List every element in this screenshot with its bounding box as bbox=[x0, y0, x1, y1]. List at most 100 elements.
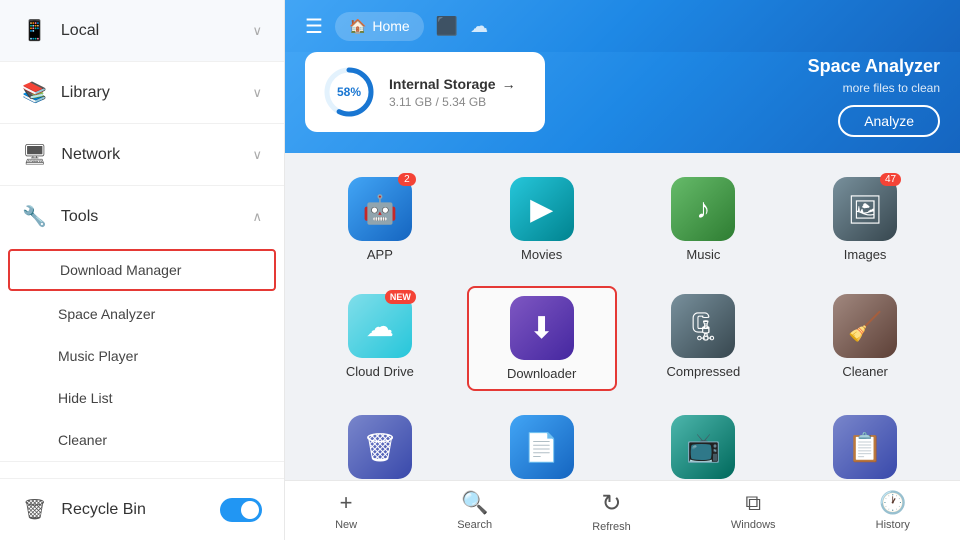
new-label: New bbox=[335, 519, 357, 531]
music-label: Music bbox=[686, 247, 720, 262]
compressed-label: Compressed bbox=[667, 364, 741, 379]
sidebar-item-label: Library bbox=[61, 84, 253, 102]
cast-icon: 📺 bbox=[671, 415, 735, 479]
images-icon: 🖼 47 bbox=[833, 177, 897, 241]
home-label: Home bbox=[372, 18, 409, 34]
chevron-up-icon: ∧ bbox=[252, 209, 262, 225]
sidebar-item-tools[interactable]: 🔧 Tools ∧ bbox=[0, 186, 284, 247]
cloud-drive-label: Cloud Drive bbox=[346, 364, 414, 379]
cleaner-icon: 🧹 bbox=[833, 294, 897, 358]
images-label: Images bbox=[844, 247, 887, 262]
grid-item-images[interactable]: 🖼 47 Images bbox=[790, 169, 940, 270]
submenu-label: Music Player bbox=[58, 348, 138, 364]
recycle-bin-icon: 🗑 bbox=[22, 497, 47, 522]
grid-item-app[interactable]: 🤖 2 APP bbox=[305, 169, 455, 270]
library-icon: 📚 bbox=[22, 80, 47, 105]
tools-label: Tools bbox=[61, 208, 253, 226]
header-icon-cloud[interactable]: ☁ bbox=[470, 16, 488, 37]
nav-item-refresh[interactable]: ↻ Refresh bbox=[576, 483, 647, 539]
sidebar: 📱 Local ∨ 📚 Library ∨ 🖥 Network ∨ 🔧 Tool… bbox=[0, 0, 285, 540]
nav-item-search[interactable]: 🔍 Search bbox=[441, 484, 508, 537]
submenu-item-hide-list[interactable]: Hide List bbox=[0, 377, 284, 419]
chevron-down-icon: ∨ bbox=[252, 147, 262, 163]
sidebar-item-recycle-bin[interactable]: 🗑 Recycle Bin bbox=[0, 478, 284, 540]
space-analyzer-title: Space Analyzer bbox=[565, 56, 940, 77]
sidebar-item-label: Local bbox=[61, 22, 253, 40]
grid-item-logger[interactable]: 📋 Logger bbox=[790, 407, 940, 480]
arrow-icon: → bbox=[502, 76, 516, 92]
space-analyzer-sub: more files to clean bbox=[565, 81, 940, 95]
cleaner-label: Cleaner bbox=[842, 364, 888, 379]
history-label: History bbox=[876, 519, 910, 531]
header: ☰ 🏠 Home ⬛ ☁ bbox=[285, 0, 960, 52]
submenu-item-space-analyzer[interactable]: Space Analyzer bbox=[0, 293, 284, 335]
recycle-bin-label: Recycle Bin bbox=[61, 501, 220, 519]
nav-item-history[interactable]: 🕐 History bbox=[860, 484, 926, 537]
sidebar-item-local[interactable]: 📱 Local ∨ bbox=[0, 0, 284, 62]
refresh-icon: ↻ bbox=[601, 489, 621, 518]
tools-section: 🔧 Tools ∧ Download Manager Space Analyze… bbox=[0, 186, 284, 462]
grid-item-downloader[interactable]: ⬇ Downloader bbox=[467, 286, 617, 391]
storage-card[interactable]: 58% Internal Storage → 3.11 GB / 5.34 GB bbox=[305, 52, 545, 132]
submenu-label: Hide List bbox=[58, 390, 112, 406]
cloud-badge: NEW bbox=[385, 290, 416, 304]
downloader-label: Downloader bbox=[507, 366, 576, 381]
images-badge: 47 bbox=[880, 173, 901, 186]
sidebar-item-library[interactable]: 📚 Library ∨ bbox=[0, 62, 284, 124]
storage-size: 3.11 GB / 5.34 GB bbox=[389, 95, 516, 109]
space-analyzer-promo: Space Analyzer more files to clean Analy… bbox=[565, 52, 940, 137]
main-content: ☰ 🏠 Home ⬛ ☁ 58% Internal Storage bbox=[285, 0, 960, 540]
grid-item-movies[interactable]: ▶ Movies bbox=[467, 169, 617, 270]
cloud-drive-icon: ☁ NEW bbox=[348, 294, 412, 358]
recycle-bin-toggle[interactable] bbox=[220, 498, 262, 522]
header-icon-windows[interactable]: ⬛ bbox=[436, 16, 458, 37]
chevron-down-icon: ∨ bbox=[252, 85, 262, 101]
compressed-icon: 🗜 bbox=[671, 294, 735, 358]
movies-label: Movies bbox=[521, 247, 562, 262]
home-button[interactable]: 🏠 Home bbox=[335, 12, 424, 41]
submenu-label: Download Manager bbox=[60, 262, 181, 278]
hamburger-icon: ☰ bbox=[305, 16, 323, 38]
grid-item-cleaner[interactable]: 🧹 Cleaner bbox=[790, 286, 940, 391]
grid-item-cloud-drive[interactable]: ☁ NEW Cloud Drive bbox=[305, 286, 455, 391]
hamburger-button[interactable]: ☰ bbox=[305, 14, 323, 39]
windows-icon: ⧉ bbox=[745, 490, 761, 516]
submenu-label: Cleaner bbox=[58, 432, 107, 448]
grid-item-recycle-bin[interactable]: 🗑 Recycle Bin bbox=[305, 407, 455, 480]
storage-percent: 58% bbox=[337, 85, 361, 99]
music-icon: ♪ bbox=[671, 177, 735, 241]
recycle-bin-grid-icon: 🗑 bbox=[348, 415, 412, 479]
refresh-label: Refresh bbox=[592, 521, 631, 533]
search-icon: 🔍 bbox=[461, 490, 488, 516]
grid-item-cast[interactable]: 📺 Cast bbox=[629, 407, 779, 480]
storage-info: Internal Storage → 3.11 GB / 5.34 GB bbox=[389, 76, 516, 109]
submenu-item-music-player[interactable]: Music Player bbox=[0, 335, 284, 377]
app-grid: 🤖 2 APP ▶ Movies ♪ Music bbox=[305, 169, 940, 480]
storage-name: Internal Storage → bbox=[389, 76, 516, 92]
nav-item-windows[interactable]: ⧉ Windows bbox=[715, 484, 792, 537]
submenu-label: Space Analyzer bbox=[58, 306, 155, 322]
chevron-down-icon: ∨ bbox=[252, 23, 262, 39]
storage-circle: 58% bbox=[323, 66, 375, 118]
movies-icon: ▶ bbox=[510, 177, 574, 241]
documents-icon: 📄 bbox=[510, 415, 574, 479]
header-left: ☰ 🏠 Home ⬛ ☁ bbox=[305, 12, 488, 41]
grid-item-documents[interactable]: 📄 Documents bbox=[467, 407, 617, 480]
analyze-button[interactable]: Analyze bbox=[838, 105, 940, 137]
storage-section: 58% Internal Storage → 3.11 GB / 5.34 GB… bbox=[285, 52, 960, 153]
app-label: APP bbox=[367, 247, 393, 262]
home-icon: 🏠 bbox=[349, 18, 366, 35]
sidebar-item-network[interactable]: 🖥 Network ∨ bbox=[0, 124, 284, 186]
network-icon: 🖥 bbox=[22, 142, 47, 167]
grid-item-compressed[interactable]: 🗜 Compressed bbox=[629, 286, 779, 391]
submenu-item-cleaner[interactable]: Cleaner bbox=[0, 419, 284, 461]
history-icon: 🕐 bbox=[879, 490, 906, 516]
sidebar-item-label: Network bbox=[61, 146, 252, 164]
grid-item-music[interactable]: ♪ Music bbox=[629, 169, 779, 270]
logger-icon: 📋 bbox=[833, 415, 897, 479]
local-icon: 📱 bbox=[22, 18, 47, 43]
bottom-nav: + New 🔍 Search ↻ Refresh ⧉ Windows 🕐 His… bbox=[285, 480, 960, 540]
submenu-item-download-manager[interactable]: Download Manager bbox=[8, 249, 276, 291]
search-label: Search bbox=[457, 519, 492, 531]
nav-item-new[interactable]: + New bbox=[319, 484, 373, 537]
